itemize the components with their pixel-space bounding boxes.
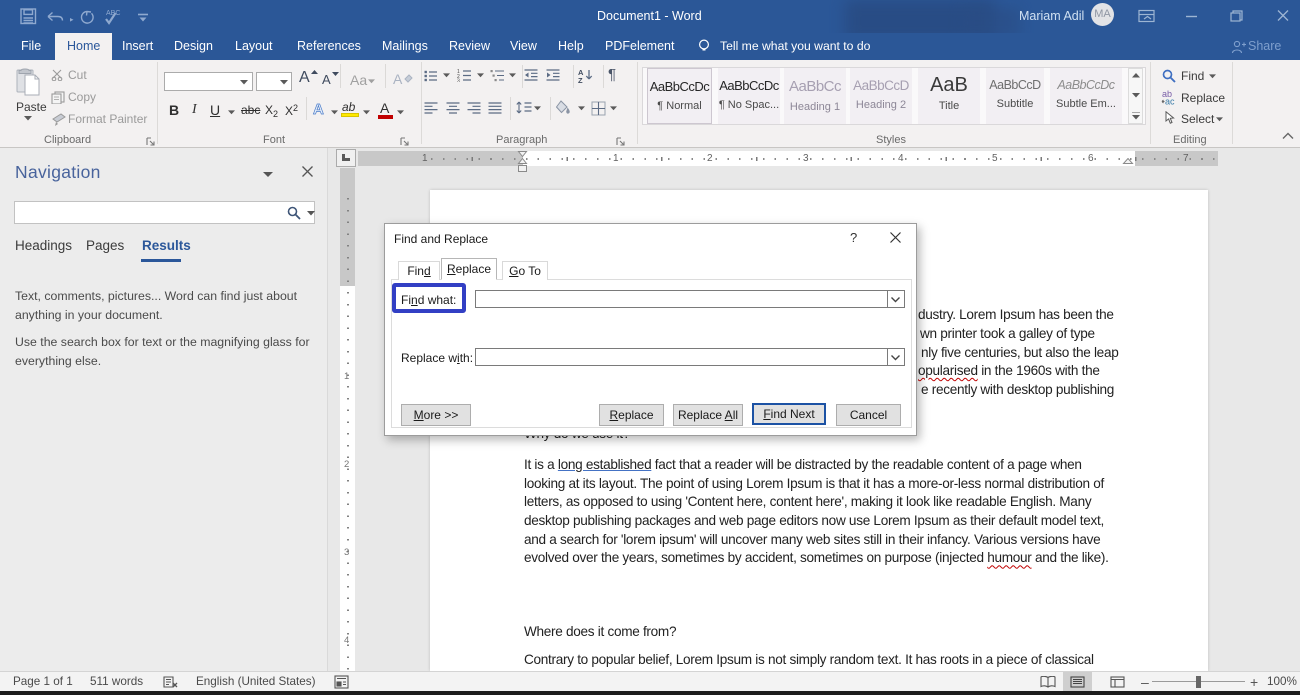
svg-text:ABC: ABC — [106, 10, 120, 17]
svg-text:ac: ac — [1165, 97, 1175, 106]
svg-text:Z: Z — [578, 76, 583, 83]
svg-text:3: 3 — [457, 79, 460, 83]
